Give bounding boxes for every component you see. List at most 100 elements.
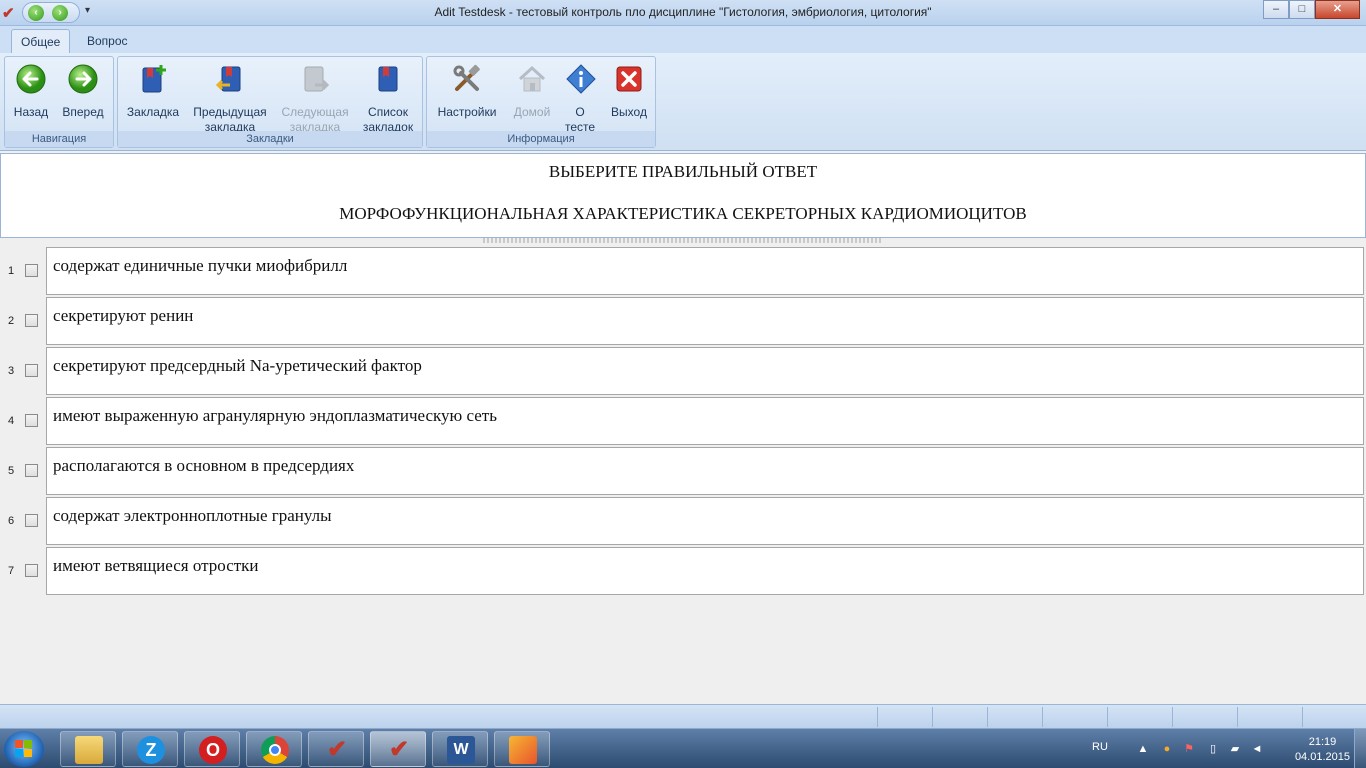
home-label: Домой (513, 105, 551, 119)
folder-icon (75, 736, 103, 764)
status-divider (1042, 707, 1043, 727)
answer-checkbox[interactable] (25, 314, 38, 327)
answer-checkbox[interactable] (25, 364, 38, 377)
group-information: Настройки Домой О тесте Выход Информация (426, 56, 656, 148)
taskbar-explorer[interactable] (60, 731, 116, 767)
add-bookmark-label: Закладка (126, 105, 180, 119)
testdesk-icon: ✔ (326, 736, 348, 763)
answer-number: 7 (8, 565, 15, 577)
answer-checkbox[interactable] (25, 414, 38, 427)
answer-option[interactable]: имеют ветвящиеся отростки (46, 547, 1364, 595)
panel-splitter[interactable] (483, 238, 883, 243)
minimize-button[interactable]: – (1263, 0, 1289, 19)
answer-option[interactable]: секретируют предсердный Na-уретический ф… (46, 347, 1364, 395)
maximize-button[interactable]: □ (1289, 0, 1315, 19)
bookmark-previous-icon (215, 66, 241, 92)
title-bar: ✔ ‹ › ▾ Adit Testdesk - тестовый контрол… (0, 0, 1366, 26)
status-divider (932, 707, 933, 727)
word-icon: W (447, 736, 475, 764)
answer-checkbox[interactable] (25, 264, 38, 277)
action-center-icon[interactable]: ⚑ (1182, 742, 1196, 756)
bookmark-list-label-1: Список (368, 105, 408, 119)
question-instruction: ВЫБЕРИТЕ ПРАВИЛЬНЫЙ ОТВЕТ (548, 162, 818, 181)
avast-icon[interactable]: ● (1160, 742, 1174, 756)
back-arrow-icon (16, 64, 46, 94)
back-label: Назад (13, 105, 49, 119)
bookmark-list-button[interactable]: Список закладок (360, 63, 416, 135)
clock-time: 21:19 (1308, 736, 1337, 748)
tab-general[interactable]: Общее (11, 29, 71, 54)
group-label-navigation: Навигация (5, 131, 113, 147)
answer-option[interactable]: содержат единичные пучки миофибрилл (46, 247, 1364, 295)
status-divider (1107, 707, 1108, 727)
taskbar-chrome[interactable] (246, 731, 302, 767)
testdesk-icon: ✔ (388, 736, 410, 763)
answer-number: 6 (8, 515, 15, 527)
bookmark-next-icon (304, 66, 330, 92)
answer-number: 4 (8, 415, 15, 427)
close-button[interactable]: ✕ (1315, 0, 1360, 19)
system-tray: RU ▲ ● ⚑ ▯ ▰ ◄ 21:19 04.01.2015 (1086, 729, 1366, 768)
bookmark-list-icon (378, 66, 398, 92)
exit-label: Выход (611, 105, 647, 119)
clock-date: 04.01.2015 (1294, 751, 1350, 763)
status-divider (1172, 707, 1173, 727)
next-bookmark-button[interactable]: Следующая закладка (280, 63, 350, 135)
next-bookmark-label-1: Следующая (281, 105, 349, 119)
chrome-icon (261, 736, 289, 764)
answer-option[interactable]: содержат электронноплотные гранулы (46, 497, 1364, 545)
windows-logo-icon (15, 740, 33, 758)
answer-option[interactable]: располагаются в основном в предсердиях (46, 447, 1364, 495)
show-desktop-button[interactable] (1354, 729, 1366, 768)
answer-checkbox[interactable] (25, 464, 38, 477)
taskbar-word[interactable]: W (432, 731, 488, 767)
about-test-button[interactable]: О тесте (565, 63, 596, 135)
language-indicator[interactable]: RU (1092, 741, 1108, 753)
previous-bookmark-button[interactable]: Предыдущая закладка (192, 63, 268, 135)
answer-number: 1 (8, 265, 15, 277)
home-button[interactable]: Домой (507, 63, 557, 120)
window-controls: – □ ✕ (1263, 0, 1360, 19)
previous-bookmark-label-1: Предыдущая (193, 105, 267, 119)
question-text: МОРФОФУНКЦИОНАЛЬНАЯ ХАРАКТЕРИСТИКА СЕКРЕ… (339, 204, 1027, 223)
status-divider (1237, 707, 1238, 727)
settings-tools-icon (453, 64, 480, 91)
tab-question[interactable]: Вопрос (78, 29, 137, 54)
show-hidden-icons-icon[interactable]: ▲ (1136, 742, 1150, 756)
group-bookmarks: Закладка Предыдущая закладка Следующая з… (117, 56, 423, 148)
paint-icon (509, 736, 537, 764)
forward-button[interactable]: Вперед (61, 63, 105, 120)
group-label-information: Информация (427, 131, 655, 147)
exit-button[interactable]: Выход (607, 63, 651, 120)
start-button[interactable] (4, 731, 44, 767)
add-bookmark-button[interactable]: Закладка (126, 63, 180, 120)
zona-icon: Z (137, 736, 165, 764)
back-button[interactable]: Назад (11, 63, 51, 120)
taskbar-opera[interactable]: O (184, 731, 240, 767)
answer-checkbox[interactable] (25, 514, 38, 527)
answer-number: 2 (8, 315, 15, 327)
group-navigation: Назад Вперед Навигация (4, 56, 114, 148)
taskbar-zona[interactable]: Z (122, 731, 178, 767)
answer-option[interactable]: имеют выраженную агранулярную эндоплазма… (46, 397, 1364, 445)
status-divider (1302, 707, 1303, 727)
exit-icon (616, 66, 642, 92)
home-icon (518, 65, 546, 92)
info-icon (566, 64, 596, 94)
clock[interactable]: 21:19 04.01.2015 (1295, 735, 1350, 765)
taskbar-testdesk-1[interactable]: ✔ (308, 731, 364, 767)
answer-number: 5 (8, 465, 15, 477)
status-divider (987, 707, 988, 727)
volume-icon[interactable]: ◄ (1250, 742, 1264, 756)
network-icon[interactable]: ▰ (1228, 742, 1242, 756)
answer-option[interactable]: секретируют ренин (46, 297, 1364, 345)
taskbar-testdesk-2[interactable]: ✔ (370, 731, 426, 767)
bookmark-add-icon (142, 65, 166, 93)
settings-button[interactable]: Настройки (435, 63, 499, 120)
ribbon-tab-strip: Общее Вопрос (0, 26, 1366, 54)
answer-checkbox[interactable] (25, 564, 38, 577)
about-test-label-1: О (575, 105, 585, 119)
battery-icon[interactable]: ▯ (1206, 742, 1220, 756)
taskbar-paint[interactable] (494, 731, 550, 767)
opera-icon: O (199, 736, 227, 764)
